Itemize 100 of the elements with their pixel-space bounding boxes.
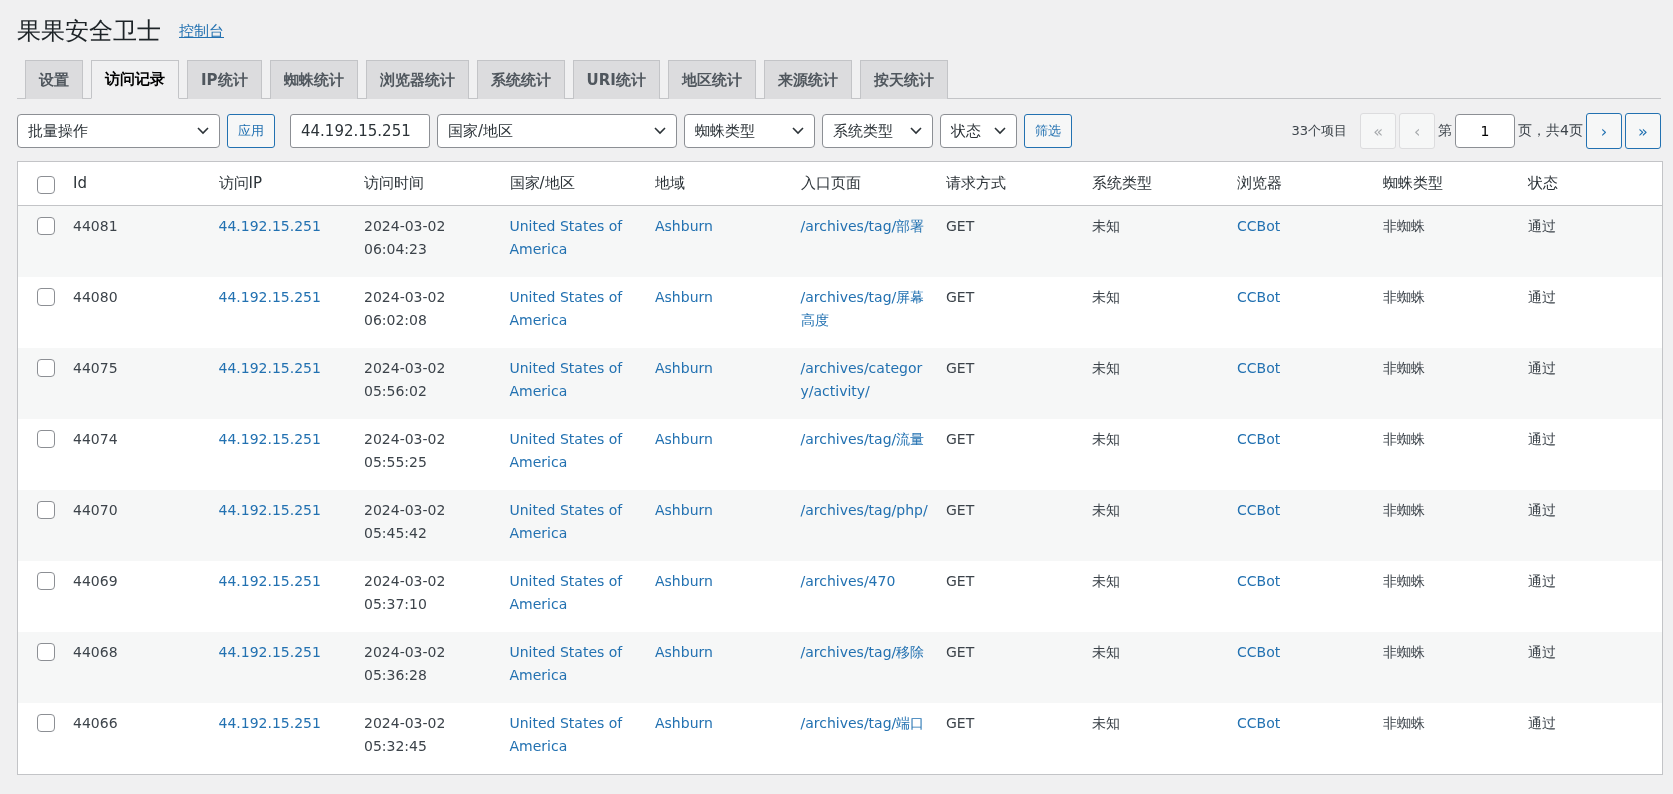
- browser-link[interactable]: CCBot: [1237, 286, 1369, 309]
- country-link[interactable]: United States of America: [509, 712, 641, 758]
- country-link[interactable]: United States of America: [509, 641, 641, 687]
- tab[interactable]: IP统计: [187, 60, 262, 99]
- chevron-icon: [197, 127, 209, 135]
- apply-button[interactable]: 应用: [227, 114, 275, 148]
- column-header: 地域: [655, 173, 686, 194]
- ip-link[interactable]: 44.192.15.251: [218, 712, 350, 735]
- filter-button[interactable]: 筛选: [1024, 114, 1072, 148]
- bulk-action-select[interactable]: 批量操作: [17, 114, 220, 148]
- page-title: 果果安全卫士: [17, 16, 161, 47]
- country-link[interactable]: United States of America: [509, 286, 641, 332]
- entry-page-link[interactable]: /archives/tag/屏幕高度: [800, 286, 932, 332]
- column-header: 蜘蛛类型: [1382, 173, 1444, 194]
- tab[interactable]: 来源统计: [763, 60, 852, 99]
- spider-cell-text: 非蜘蛛: [1382, 217, 1426, 236]
- id-cell-text: 44081: [73, 217, 119, 236]
- ip-link[interactable]: 44.192.15.251: [218, 215, 350, 238]
- id-cell-text: 44068: [73, 643, 119, 662]
- method-cell-text: GET: [946, 288, 976, 307]
- entry-page-link[interactable]: /archives/category/activity/: [800, 357, 932, 403]
- system-cell-text: 未知: [1091, 430, 1121, 449]
- country-link[interactable]: United States of America: [509, 428, 641, 474]
- row-checkbox[interactable]: [36, 572, 55, 590]
- country-link[interactable]: United States of America: [509, 357, 641, 403]
- ip-link[interactable]: 44.192.15.251: [218, 286, 350, 309]
- system-type-select[interactable]: 系统类型: [822, 114, 933, 148]
- browser-link[interactable]: CCBot: [1237, 570, 1369, 593]
- region-link[interactable]: Ashburn: [655, 641, 787, 664]
- column-header: 国家/地区: [509, 173, 576, 194]
- browser-link[interactable]: CCBot: [1237, 641, 1369, 664]
- last-page-button[interactable]: »: [1625, 113, 1661, 149]
- tab[interactable]: 浏览器统计: [365, 60, 469, 99]
- chevron-icon: [792, 127, 804, 135]
- status-select[interactable]: 状态: [940, 114, 1017, 148]
- region-link[interactable]: Ashburn: [655, 499, 787, 522]
- row-checkbox[interactable]: [36, 714, 55, 732]
- browser-link[interactable]: CCBot: [1237, 499, 1369, 522]
- spider-cell-text: 非蜘蛛: [1382, 430, 1426, 449]
- spider-cell-text: 非蜘蛛: [1382, 572, 1426, 591]
- entry-page-link[interactable]: /archives/tag/移除: [800, 641, 932, 664]
- ip-link[interactable]: 44.192.15.251: [218, 428, 350, 451]
- method-cell-text: GET: [946, 501, 976, 520]
- time-cell-text: 2024-03-02 05:37:10: [364, 572, 447, 614]
- tab[interactable]: 访问记录: [91, 60, 179, 99]
- row-checkbox[interactable]: [36, 643, 55, 661]
- entry-page-link[interactable]: /archives/tag/部署: [800, 215, 932, 238]
- status-cell-text: 通过: [1528, 430, 1557, 449]
- region-link[interactable]: Ashburn: [655, 428, 787, 451]
- region-link[interactable]: Ashburn: [655, 215, 787, 238]
- tab[interactable]: 地区统计: [667, 60, 756, 99]
- ip-link[interactable]: 44.192.15.251: [218, 570, 350, 593]
- country-link[interactable]: United States of America: [509, 570, 641, 616]
- country-link[interactable]: United States of America: [509, 499, 641, 545]
- country-select[interactable]: 国家/地区: [437, 114, 677, 148]
- region-link[interactable]: Ashburn: [655, 570, 787, 593]
- ip-link[interactable]: 44.192.15.251: [218, 357, 350, 380]
- method-cell-text: GET: [946, 643, 976, 662]
- region-link[interactable]: Ashburn: [655, 286, 787, 309]
- browser-link[interactable]: CCBot: [1237, 428, 1369, 451]
- time-cell-text: 2024-03-02 05:56:02: [364, 359, 447, 401]
- row-checkbox[interactable]: [36, 501, 55, 519]
- method-cell-text: GET: [946, 714, 976, 733]
- tab[interactable]: 系统统计: [476, 60, 565, 99]
- method-cell-text: GET: [946, 572, 976, 591]
- browser-link[interactable]: CCBot: [1237, 712, 1369, 735]
- row-checkbox[interactable]: [36, 430, 55, 448]
- row-checkbox[interactable]: [36, 288, 55, 306]
- id-cell-text: 44066: [73, 714, 119, 733]
- status-cell-text: 通过: [1528, 714, 1557, 733]
- chevron-icon: [910, 127, 922, 135]
- tab[interactable]: 按天统计: [859, 60, 948, 99]
- ip-input-field[interactable]: 44.192.15.251: [290, 114, 430, 148]
- column-header: 请求方式: [946, 173, 1007, 194]
- entry-page-link[interactable]: /archives/tag/端口: [800, 712, 932, 735]
- tab[interactable]: URI统计: [572, 60, 660, 99]
- select-all-checkbox[interactable]: [36, 175, 55, 194]
- spider-type-select[interactable]: 蜘蛛类型: [684, 114, 815, 148]
- column-header: 浏览器: [1237, 173, 1283, 194]
- region-link[interactable]: Ashburn: [655, 357, 787, 380]
- dashboard-link[interactable]: 控制台: [179, 21, 224, 41]
- system-cell-text: 未知: [1091, 288, 1121, 307]
- entry-page-link[interactable]: /archives/tag/流量: [800, 428, 932, 451]
- region-link[interactable]: Ashburn: [655, 712, 787, 735]
- tab[interactable]: 设置: [25, 60, 83, 99]
- ip-link[interactable]: 44.192.15.251: [218, 499, 350, 522]
- row-checkbox[interactable]: [36, 217, 55, 235]
- next-page-button[interactable]: ›: [1586, 113, 1622, 149]
- time-cell-text: 2024-03-02 06:04:23: [364, 217, 447, 259]
- entry-page-link[interactable]: /archives/tag/php/: [800, 499, 932, 522]
- browser-link[interactable]: CCBot: [1237, 357, 1369, 380]
- entry-page-link[interactable]: /archives/470: [800, 570, 932, 593]
- browser-link[interactable]: CCBot: [1237, 215, 1369, 238]
- ip-link[interactable]: 44.192.15.251: [218, 641, 350, 664]
- page-input-field[interactable]: 1: [1455, 114, 1516, 148]
- row-checkbox[interactable]: [36, 359, 55, 377]
- tab[interactable]: 蜘蛛统计: [269, 60, 358, 99]
- column-header: 状态: [1528, 173, 1559, 194]
- country-link[interactable]: United States of America: [509, 215, 641, 261]
- spider-cell-text: 非蜘蛛: [1382, 288, 1426, 307]
